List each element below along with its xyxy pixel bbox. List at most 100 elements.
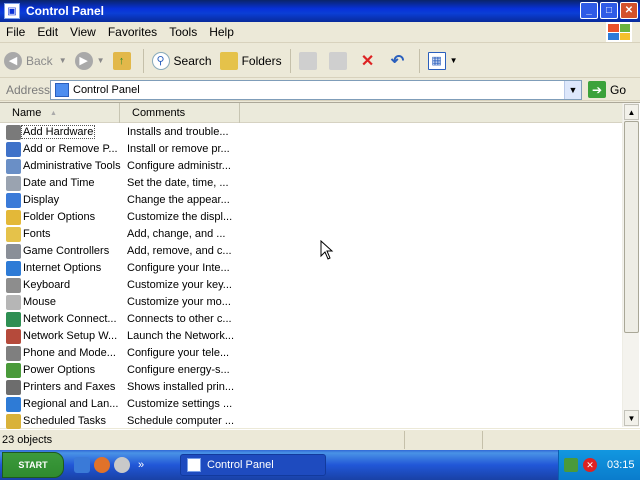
list-item[interactable]: Date and Time Set the date, time, ... (0, 175, 622, 192)
item-icon (6, 380, 21, 395)
menu-help[interactable]: Help (203, 25, 240, 39)
undo-button[interactable]: ↶ (385, 47, 415, 75)
menu-bar: File Edit View Favorites Tools Help (0, 22, 640, 43)
address-input[interactable]: Control Panel ▼ (50, 80, 582, 100)
move-to-button[interactable] (295, 47, 325, 75)
menu-edit[interactable]: Edit (31, 25, 64, 39)
up-folder-button[interactable]: ↑ (109, 47, 139, 75)
toolbar-separator (289, 48, 291, 73)
back-label: Back (26, 53, 53, 68)
firefox-icon[interactable] (94, 457, 110, 473)
item-name: Display (23, 194, 60, 206)
item-icon (6, 244, 21, 259)
status-cell (405, 430, 483, 449)
undo-icon: ↶ (390, 52, 405, 70)
delete-button[interactable]: ✕ (355, 47, 385, 75)
item-icon (6, 261, 21, 276)
list-item[interactable]: Administrative Tools Configure administr.… (0, 158, 622, 175)
sort-ascending-icon: ▲ (50, 110, 57, 117)
item-name: Internet Options (23, 262, 102, 274)
messenger-icon[interactable] (114, 457, 130, 473)
search-label: Search (173, 53, 212, 68)
copy-to-button[interactable] (325, 47, 355, 75)
item-icon (6, 312, 21, 327)
vertical-scrollbar[interactable]: ▲ ▼ (622, 103, 639, 427)
menu-view[interactable]: View (64, 25, 102, 39)
address-dropdown-icon[interactable]: ▼ (564, 81, 581, 99)
list-item[interactable]: Fonts Add, change, and ... (0, 226, 622, 243)
list-item[interactable]: Mouse Customize your mo... (0, 294, 622, 311)
list-item[interactable]: Keyboard Customize your key... (0, 277, 622, 294)
go-button[interactable]: ➔ Go (588, 81, 626, 98)
list-item[interactable]: Network Connect... Connects to other c... (0, 311, 622, 328)
item-icon (6, 227, 21, 242)
column-comments-header[interactable]: Comments (120, 103, 240, 123)
status-object-count: 23 objects (0, 430, 405, 449)
status-bar: 23 objects (0, 429, 640, 449)
security-alert-icon[interactable]: ✕ (583, 458, 597, 472)
item-name: Game Controllers (23, 245, 110, 257)
control-panel-icon (55, 83, 69, 97)
internet-explorer-icon[interactable] (74, 457, 90, 473)
quick-launch: » (74, 457, 144, 473)
list-item[interactable]: Power Options Configure energy-s... (0, 362, 622, 379)
menu-tools[interactable]: Tools (163, 25, 203, 39)
menu-favorites[interactable]: Favorites (102, 25, 163, 39)
back-button[interactable]: ◀ Back ▼ (0, 47, 71, 75)
list-item[interactable]: Scheduled Tasks Schedule computer ... (0, 413, 622, 430)
item-icon (6, 363, 21, 378)
item-name: Keyboard (23, 279, 71, 291)
mouse-cursor-icon (320, 240, 334, 260)
list-item[interactable]: Add Hardware Installs and trouble... (0, 124, 622, 141)
item-comment: Launch the Network... (127, 330, 235, 342)
item-comment: Add, remove, and c... (127, 245, 232, 257)
menu-file[interactable]: File (0, 25, 31, 39)
taskbar-control-panel-button[interactable]: Control Panel (180, 454, 326, 476)
views-button[interactable]: ▦ ▼ (424, 47, 462, 75)
network-tray-icon[interactable] (564, 458, 578, 472)
file-list-view[interactable]: Name ▲ Comments Add Hardware Installs and… (0, 102, 640, 430)
item-icon (6, 210, 21, 225)
go-label: Go (610, 82, 627, 97)
maximize-button[interactable]: □ (600, 2, 618, 19)
minimize-button[interactable]: _ (580, 2, 598, 19)
item-name: Network Connect... (23, 313, 117, 325)
column-comments-label: Comments (132, 107, 186, 119)
taskbar: START » Control Panel ✕ 03:15 (0, 450, 640, 480)
item-icon (6, 142, 21, 157)
quick-launch-more-icon[interactable]: » (138, 459, 144, 471)
close-button[interactable]: ✕ (620, 2, 638, 19)
item-name: Power Options (23, 364, 96, 376)
list-item[interactable]: Add or Remove P... Install or remove pr..… (0, 141, 622, 158)
forward-button[interactable]: ▶ ▼ (71, 47, 109, 75)
up-arrow-icon: ↑ (112, 51, 131, 70)
views-dropdown-icon: ▼ (449, 56, 458, 65)
item-name: Regional and Lan... (23, 398, 119, 410)
list-item[interactable]: Display Change the appear... (0, 192, 622, 209)
item-icon (6, 176, 21, 191)
list-item[interactable]: Internet Options Configure your Inte... (0, 260, 622, 277)
item-comment: Configure energy-s... (127, 364, 230, 376)
status-cell (483, 431, 638, 449)
toolbar-separator (142, 48, 144, 73)
scroll-thumb[interactable] (624, 121, 639, 333)
search-button[interactable]: ⚲ Search (148, 47, 216, 75)
list-item[interactable]: Regional and Lan... Customize settings ..… (0, 396, 622, 413)
item-name: Phone and Mode... (23, 347, 116, 359)
title-bar: ▣ Control Panel _ □ ✕ (0, 0, 640, 22)
item-comment: Schedule computer ... (127, 415, 235, 427)
list-item[interactable]: Folder Options Customize the displ... (0, 209, 622, 226)
list-item[interactable]: Printers and Faxes Shows installed prin..… (0, 379, 622, 396)
start-button[interactable]: START (2, 452, 64, 478)
scroll-down-button[interactable]: ▼ (624, 410, 639, 426)
item-comment: Configure your Inte... (127, 262, 230, 274)
column-name-header[interactable]: Name ▲ (0, 103, 120, 123)
item-name: Mouse (23, 296, 57, 308)
item-icon (6, 397, 21, 412)
list-item[interactable]: Phone and Mode... Configure your tele... (0, 345, 622, 362)
list-item[interactable]: Game Controllers Add, remove, and c... (0, 243, 622, 260)
list-item[interactable]: Network Setup W... Launch the Network... (0, 328, 622, 345)
scroll-up-button[interactable]: ▲ (624, 104, 639, 120)
item-comment: Installs and trouble... (127, 126, 229, 138)
folders-button[interactable]: Folders (216, 47, 286, 75)
